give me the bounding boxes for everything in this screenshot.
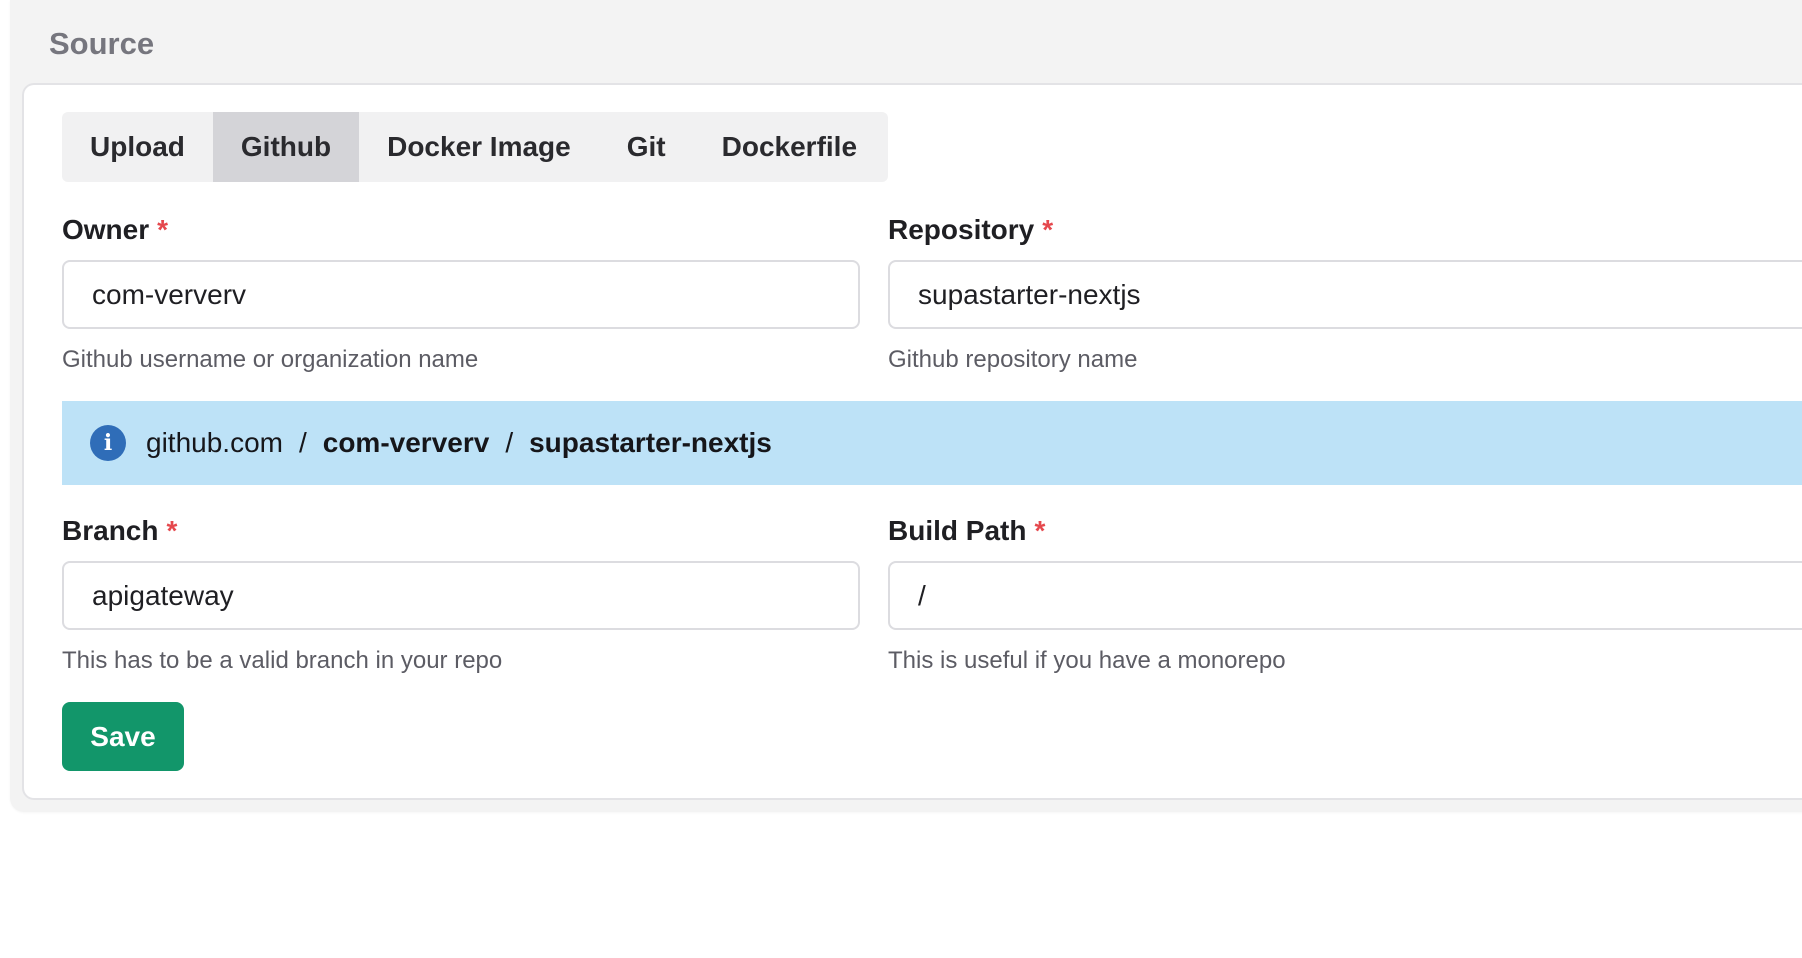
repository-required-mark: * (1042, 214, 1054, 245)
tab-git[interactable]: Git (599, 112, 694, 182)
owner-label: Owner * (62, 214, 860, 246)
tab-github[interactable]: Github (212, 112, 360, 182)
build-path-label-text: Build Path (888, 515, 1027, 546)
build-path-required-mark: * (1034, 515, 1046, 546)
repo-path-banner: i github.com / com-ververv / supastarter… (62, 401, 1802, 485)
repository-input[interactable] (888, 260, 1802, 329)
repository-hint: Github repository name (888, 346, 1138, 373)
repository-label-text: Repository (888, 214, 1035, 245)
repo-path-host: github.com (146, 427, 283, 458)
tab-docker-image[interactable]: Docker Image (359, 112, 599, 182)
info-icon: i (90, 425, 126, 461)
source-card: Upload Github Docker Image Git Dockerfil… (22, 83, 1802, 800)
owner-hint: Github username or organization name (62, 346, 479, 373)
source-section: Source Upload Github Docker Image Git Do… (10, 0, 1802, 812)
section-title: Source (49, 26, 155, 61)
repository-label: Repository * (888, 214, 1802, 246)
branch-input[interactable] (62, 561, 860, 630)
repo-path-owner: com-ververv (322, 427, 490, 458)
build-path-label: Build Path * (888, 515, 1802, 547)
repo-path-separator: / (505, 427, 514, 458)
save-button[interactable]: Save (62, 702, 184, 771)
owner-field: Owner* Github username or organization n… (62, 214, 860, 375)
owner-input[interactable] (62, 260, 860, 329)
owner-label-text: Owner (62, 214, 150, 245)
tab-upload[interactable]: Upload (62, 112, 213, 182)
source-tabs: Upload Github Docker Image Git Dockerfil… (62, 112, 888, 182)
branch-label-text: Branch (62, 515, 159, 546)
branch-label: Branch * (62, 515, 860, 547)
branch-hint: This has to be a valid branch in your re… (62, 647, 503, 674)
repo-path-separator: / (298, 427, 307, 458)
repo-path-repo: supastarter-nextjs (529, 427, 772, 458)
build-path-hint: This is useful if you have a monorepo (888, 647, 1286, 674)
branch-field: Branch* This has to be a valid branch in… (62, 515, 860, 676)
owner-required-mark: * (157, 214, 169, 245)
build-path-field: Build Path* This is useful if you have a… (888, 515, 1802, 676)
build-path-input[interactable] (888, 561, 1802, 630)
tab-dockerfile[interactable]: Dockerfile (694, 112, 885, 182)
branch-required-mark: * (166, 515, 178, 546)
repository-field: Repository* Github repository name (888, 214, 1802, 375)
